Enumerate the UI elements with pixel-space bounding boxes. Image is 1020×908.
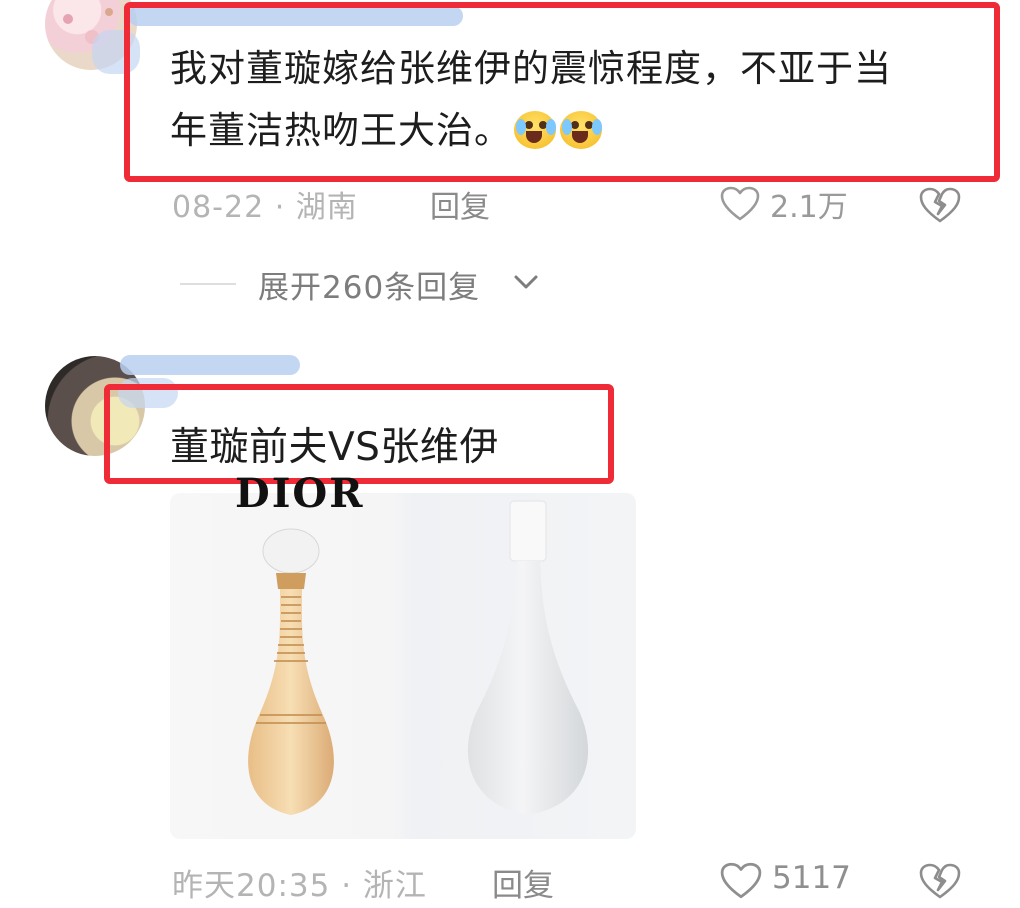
like-count: 2.1万: [770, 190, 848, 225]
highlight-box: [124, 2, 1000, 182]
like-count: 5117: [772, 860, 851, 896]
dislike-broken-heart-icon[interactable]: [918, 862, 962, 900]
blurred-username: [120, 355, 300, 375]
perfume-bottles-image: [248, 500, 589, 815]
like-heart-icon[interactable]: [720, 186, 760, 222]
reply-button[interactable]: 回复: [492, 860, 554, 905]
expand-divider: [180, 283, 236, 285]
reply-button[interactable]: 回复: [430, 182, 490, 226]
comment-date-location: 08-22 · 湖南: [172, 190, 358, 225]
chevron-down-icon[interactable]: [512, 270, 540, 294]
brand-logo-text: DIOR: [235, 470, 365, 517]
expand-replies-link[interactable]: 展开260条回复: [258, 262, 480, 307]
dislike-broken-heart-icon[interactable]: [918, 186, 962, 224]
comment-image[interactable]: [170, 493, 636, 839]
comment-date-location: 昨天20:35 · 浙江: [172, 868, 427, 904]
like-heart-icon[interactable]: [720, 862, 762, 900]
highlight-box: [104, 384, 614, 484]
